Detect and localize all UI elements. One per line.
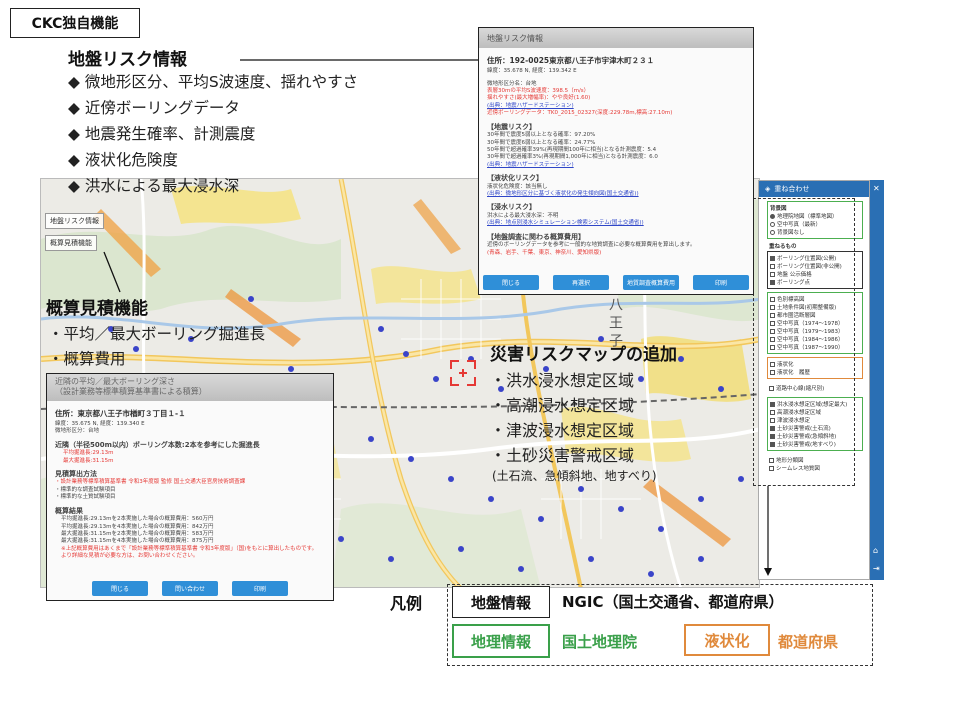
legend-title: 凡例 (390, 594, 423, 613)
legend-geo-box: 地理情報 (452, 624, 550, 658)
risk-quake-line: 30年間で震度6弱以上となる確率：24.77% (487, 139, 596, 146)
estimate-address: 住所：東京都八王子市楢町３丁目１-１ (55, 408, 186, 418)
ground-risk-item: ◆ 地震発生確率、計測震度 (68, 125, 256, 143)
estimate-result-line: より詳細な見積が必要な方は、お問い合わせください。 (61, 553, 199, 560)
risk-cost-lines: 近傍のボーリングデータを参考に一般的な地質調査に必要な概算費用を算出します。 (青… (487, 242, 745, 257)
slide-title: CKC独自機能 (10, 8, 140, 38)
risk-line: 揺れやすさ(最大増幅率)：やや良好(1.60) (487, 95, 591, 102)
slide: CKC独自機能 地盤リスク情報 概算見積機能 八王子 ◈ 重ね合わせ 背景図 地… (0, 0, 960, 720)
estimate-dialog-button[interactable]: 閉じる (92, 580, 148, 596)
ground-risk-item: ◆ 洪水による最大浸水深 (68, 177, 240, 195)
legend-ground-text: NGIC（国土交通省、都道府県） (562, 593, 784, 611)
estimate-result-line: 平均掘進長:29.13mを4本実施した場合の概算費用：842万円 (61, 523, 214, 530)
estimate-sec-result: 概算結果 (55, 506, 83, 515)
home-icon[interactable]: ⌂ (873, 546, 878, 555)
risk-liq-lines: 液状化危険度：該当無し (出典：微地形区分に基づく液状化の発生傾向図(国土交通省)… (487, 184, 745, 199)
estimate-dialog-button[interactable]: 印刷 (232, 580, 288, 596)
estimate-dialog: 近隣の平均／最大ボーリング深さ （設計業務等標準積算基準書による積算） 住所：東… (46, 373, 334, 601)
risk-cost-line: 近傍のボーリングデータを参考に一般的な地質調査に必要な概算費用を算出します。 (487, 242, 696, 249)
layer-highlight-outline (753, 198, 855, 486)
estimate-dialog-head: 近隣の平均／最大ボーリング深さ （設計業務等標準積算基準書による積算） (47, 374, 333, 401)
risk-liq-line: (出典：微地形区分に基づく液状化の発生傾向図(国土交通省)) (487, 191, 639, 198)
risk-dialog: 地盤リスク情報 住所：192-0025東京都八王子市宇津木町２３１ 緯度：35.… (478, 27, 754, 295)
estimate-depth-lines: 平均掘進長:29.13m 最大掘進長:31.15m (55, 450, 325, 465)
risk-quake-lines: 30年間で震度5弱以上となる確率：97.20% 30年間で震度6弱以上となる確率：… (487, 132, 745, 169)
risk-dialog-button[interactable]: 再選択 (553, 274, 609, 290)
ground-risk-item: ◆ 近傍ボーリングデータ (68, 99, 240, 117)
risk-sec-cost: 【地盤調査に関わる概算費用】 (487, 232, 585, 241)
risk-dialog-button[interactable]: 印刷 (693, 274, 749, 290)
estimate-dialog-button[interactable]: 問い合わせ (162, 580, 218, 596)
close-icon[interactable]: ✕ (873, 184, 880, 193)
risk-line: 近傍ボーリングデータ：TK0_2015_02327(深度:229.78m,標高:… (487, 110, 673, 117)
risk-flood-line: (出典：地点別浸水シミュレーション検索システム(国土交通省)) (487, 220, 644, 227)
estimate-method-line: ・設計業務等標準積算基準書 令和3年度版 監修 国土交通大臣官房技術調査課 (55, 479, 246, 486)
estimate-depth-line: 最大掘進長:31.15m (63, 457, 114, 464)
risk-dialog-buttons: 閉じる 再選択 地質調査概算費用 印刷 (479, 270, 753, 294)
hazard-item: ・高潮浸水想定区域 (490, 396, 635, 415)
risk-quake-line: 30年間で震度5弱以上となる確率：97.20% (487, 132, 596, 139)
layer-panel-title: 重ね合わせ (774, 185, 810, 193)
estimate-result-lines: 平均掘進長:29.13mを2本実施した場合の概算費用：560万円 平均掘進長:29… (55, 516, 325, 561)
hazard-heading: 災害リスクマップの追加 (490, 345, 677, 365)
estimate-item-1: ・平均／最大ボーリング掘進長 (48, 325, 266, 343)
risk-liq-line: 液状化危険度：該当無し (487, 183, 548, 190)
risk-sec-flood: 【浸水リスク】 (487, 203, 536, 212)
estimate-result-line: 最大掘進長:31.15mを4本実施した場合の概算費用：875万円 (61, 538, 214, 545)
hazard-note: (土石流、急傾斜地、地すべり) (492, 469, 657, 483)
risk-cost-line: (青森、岩手、千葉、東京、神奈川、愛知県版) (487, 249, 602, 256)
estimate-item-2: ・概算費用 (48, 350, 126, 368)
ground-risk-item: ◆ 液状化危険度 (68, 151, 178, 169)
risk-coords: 緯度：35.678 N, 経度：139.342 E (487, 68, 577, 75)
estimate-dialog-buttons: 閉じる 問い合わせ 印刷 (47, 576, 333, 600)
pointer-line (103, 251, 121, 293)
estimate-title-2: （設計業務等標準積算基準書による積算） (55, 387, 207, 397)
estimate-micro: 微地形区分：台地 (55, 428, 100, 435)
estimate-result-line: 平均掘進長:29.13mを2本実施した場合の概算費用：560万円 (61, 516, 214, 523)
risk-dialog-button[interactable]: 閉じる (483, 274, 539, 290)
legend-ground-box: 地盤情報 (452, 586, 550, 618)
legend-liq-text: 都道府県 (778, 633, 839, 651)
panel-side-strip: ✕ ⌂ ⇥ (870, 180, 884, 580)
legend-arrow (764, 486, 772, 576)
risk-dialog-button[interactable]: 地質調査概算費用 (623, 274, 679, 290)
layer-panel-header[interactable]: ◈ 重ね合わせ (759, 181, 869, 197)
risk-quake-line: (出典：地震ハザードステーション) (487, 161, 574, 168)
risk-sec-liq: 【液状化リスク】 (487, 174, 543, 183)
risk-flood-lines: 洪水による最大浸水深：不明 (出典：地点別浸水シミュレーション検索システム(国土交… (487, 213, 745, 228)
ground-risk-item: ◆ 微地形区分、平均S波速度、揺れやすさ (68, 73, 359, 91)
logout-icon[interactable]: ⇥ (873, 564, 880, 573)
estimate-sec-depth: 近隣（半径500m以内）ボーリング本数:2本を参考にした掘進長 (55, 440, 260, 449)
estimate-heading: 概算見積機能 (46, 299, 148, 319)
risk-line: 微地形区分名：台地 (487, 80, 537, 87)
risk-lines: 微地形区分名：台地 表層30mの平均S波速度：398.5（m/s） 揺れやすさ(最大… (487, 81, 745, 118)
legend-geo-text: 国土地理院 (562, 633, 638, 651)
ground-risk-heading: 地盤リスク情報 (68, 50, 187, 70)
hazard-item: ・土砂災害警戒区域 (490, 446, 635, 465)
hazard-item: ・洪水浸水想定区域 (490, 371, 635, 390)
map-risk-button[interactable]: 地盤リスク情報 (45, 213, 104, 229)
pointer-arrow (240, 56, 486, 64)
risk-dialog-title: 地盤リスク情報 (479, 28, 753, 48)
hazard-item: ・津波浸水想定区域 (490, 421, 635, 440)
map-estimate-button[interactable]: 概算見積機能 (45, 235, 97, 251)
estimate-title-1: 近隣の平均／最大ボーリング深さ (55, 377, 175, 386)
estimate-method-line: ・標準的な土質試験項目 (55, 494, 116, 501)
estimate-depth-line: 平均掘進長:29.13m (63, 450, 114, 457)
risk-address: 住所：192-0025東京都八王子市宇津木町２３１ (487, 56, 655, 65)
risk-sec-quake: 【地震リスク】 (487, 122, 536, 131)
layers-icon: ◈ (765, 185, 771, 193)
legend-liq-box: 液状化 (684, 624, 770, 656)
risk-quake-line: 30年間で超過確率3%(再現期間1,000年に相当)となる計測震度：6.0 (487, 154, 658, 161)
estimate-method-lines: ・設計業務等標準積算基準書 令和3年度版 監修 国土交通大臣官房技術調査課 ・標準… (55, 479, 325, 501)
